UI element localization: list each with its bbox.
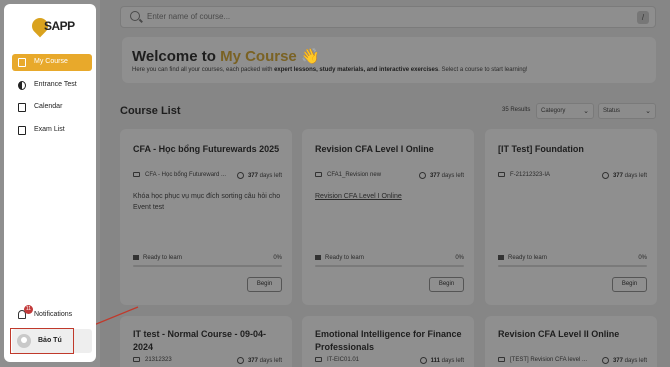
sidebar-item-my-course[interactable]: My Course	[12, 54, 92, 71]
sidebar: SAPP My Course Entrance Test Calendar Ex…	[4, 4, 96, 362]
book-icon	[18, 58, 26, 67]
notifications-button[interactable]: 11 Notifications	[16, 305, 92, 322]
annotation-arrow	[80, 306, 139, 331]
clipboard-icon	[18, 126, 26, 135]
calendar-icon	[18, 103, 26, 112]
sapp-logo[interactable]: SAPP	[28, 14, 75, 38]
notification-badge: 11	[24, 305, 33, 314]
sidebar-item-calendar[interactable]: Calendar	[12, 99, 92, 116]
pie-chart-icon	[18, 81, 26, 90]
highlight-box	[10, 328, 74, 354]
sidebar-item-entrance-test[interactable]: Entrance Test	[12, 77, 92, 94]
sidebar-item-exam-list[interactable]: Exam List	[12, 122, 92, 139]
